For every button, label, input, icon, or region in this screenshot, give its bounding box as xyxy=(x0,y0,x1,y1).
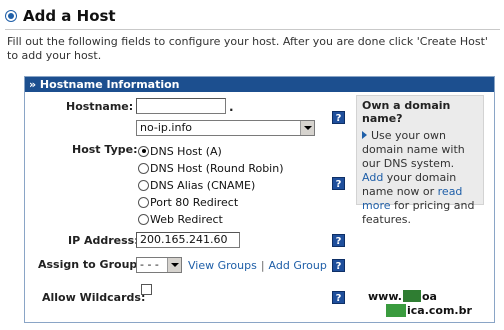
link-separator: | xyxy=(260,259,265,272)
hostname-input[interactable] xyxy=(136,98,226,114)
radio-icon[interactable] xyxy=(138,162,149,174)
radio-icon[interactable] xyxy=(138,196,149,208)
view-groups-link[interactable]: View Groups xyxy=(188,259,257,272)
page-title: Add a Host xyxy=(6,7,116,25)
chevron-down-icon[interactable] xyxy=(300,121,314,135)
host-type-label: Host Type: xyxy=(72,143,138,156)
watermark-oa: oa xyxy=(421,290,437,303)
watermark-domain: ica.com.br xyxy=(407,304,472,317)
add-domain-link[interactable]: Add xyxy=(362,171,383,184)
chevron-down-icon[interactable] xyxy=(167,258,181,272)
ip-address-input[interactable]: 200.165.241.60 xyxy=(136,232,240,248)
host-type-option-label: Web Redirect xyxy=(150,212,223,226)
hostname-dot: . xyxy=(229,100,234,114)
title-bullet-icon xyxy=(8,13,14,19)
radio-selected-icon[interactable] xyxy=(138,145,149,157)
help-icon-group[interactable]: ? xyxy=(332,259,345,272)
aside-arrow-icon xyxy=(362,131,367,139)
group-links: View Groups | Add Group xyxy=(188,259,327,272)
host-type-option-label: DNS Host (Round Robin) xyxy=(150,161,284,175)
radio-icon[interactable] xyxy=(138,213,149,225)
host-type-option-cname[interactable]: DNS Alias (CNAME) xyxy=(138,178,255,192)
domain-info-box: Own a domain name? Use your own domain n… xyxy=(356,95,484,226)
watermark-line-1: www. oa xyxy=(368,290,437,303)
host-type-option-web-redirect[interactable]: Web Redirect xyxy=(138,212,223,226)
host-type-option-label: DNS Host (A) xyxy=(150,144,222,158)
host-type-option-round-robin[interactable]: DNS Host (Round Robin) xyxy=(138,161,284,175)
add-group-link[interactable]: Add Group xyxy=(269,259,327,272)
domain-info-text-1: Use your own domain name with our DNS sy… xyxy=(362,129,465,170)
wildcards-label: Allow Wildcards: xyxy=(42,291,146,304)
wildcards-checkbox[interactable] xyxy=(141,284,152,295)
host-type-option-label: DNS Alias (CNAME) xyxy=(150,178,256,192)
title-divider xyxy=(5,29,500,30)
panel-header: » Hostname Information xyxy=(25,77,494,92)
help-icon-ip[interactable]: ? xyxy=(332,234,345,247)
host-type-option-a[interactable]: DNS Host (A) xyxy=(138,144,222,158)
watermark-d-icon xyxy=(386,304,406,317)
host-type-option-port80[interactable]: Port 80 Redirect xyxy=(138,195,238,209)
group-select[interactable]: - - - xyxy=(136,257,182,273)
help-icon-hostname[interactable]: ? xyxy=(332,111,345,124)
hostname-label: Hostname: xyxy=(66,100,134,113)
site-watermark: www. oa ica.com.br xyxy=(368,289,488,323)
domain-info-text: Use your own domain name with our DNS sy… xyxy=(362,129,478,227)
help-icon-wildcards[interactable]: ? xyxy=(332,291,345,304)
domain-select[interactable]: no-ip.info xyxy=(136,120,315,136)
ip-address-label: IP Address: xyxy=(68,234,139,247)
group-label: Assign to Group: xyxy=(38,258,142,271)
intro-text: Fill out the following fields to configu… xyxy=(7,35,488,62)
watermark-line-2: ica.com.br xyxy=(386,304,472,317)
domain-select-value: no-ip.info xyxy=(140,121,193,134)
host-type-option-label: Port 80 Redirect xyxy=(150,195,239,209)
domain-info-title: Own a domain name? xyxy=(362,99,451,125)
page-title-text: Add a Host xyxy=(23,7,116,25)
radio-icon[interactable] xyxy=(138,179,149,191)
group-select-value: - - - xyxy=(140,258,159,271)
watermark-www: www. xyxy=(368,290,402,303)
help-icon-host-type[interactable]: ? xyxy=(332,177,345,190)
watermark-b-icon xyxy=(402,290,421,302)
